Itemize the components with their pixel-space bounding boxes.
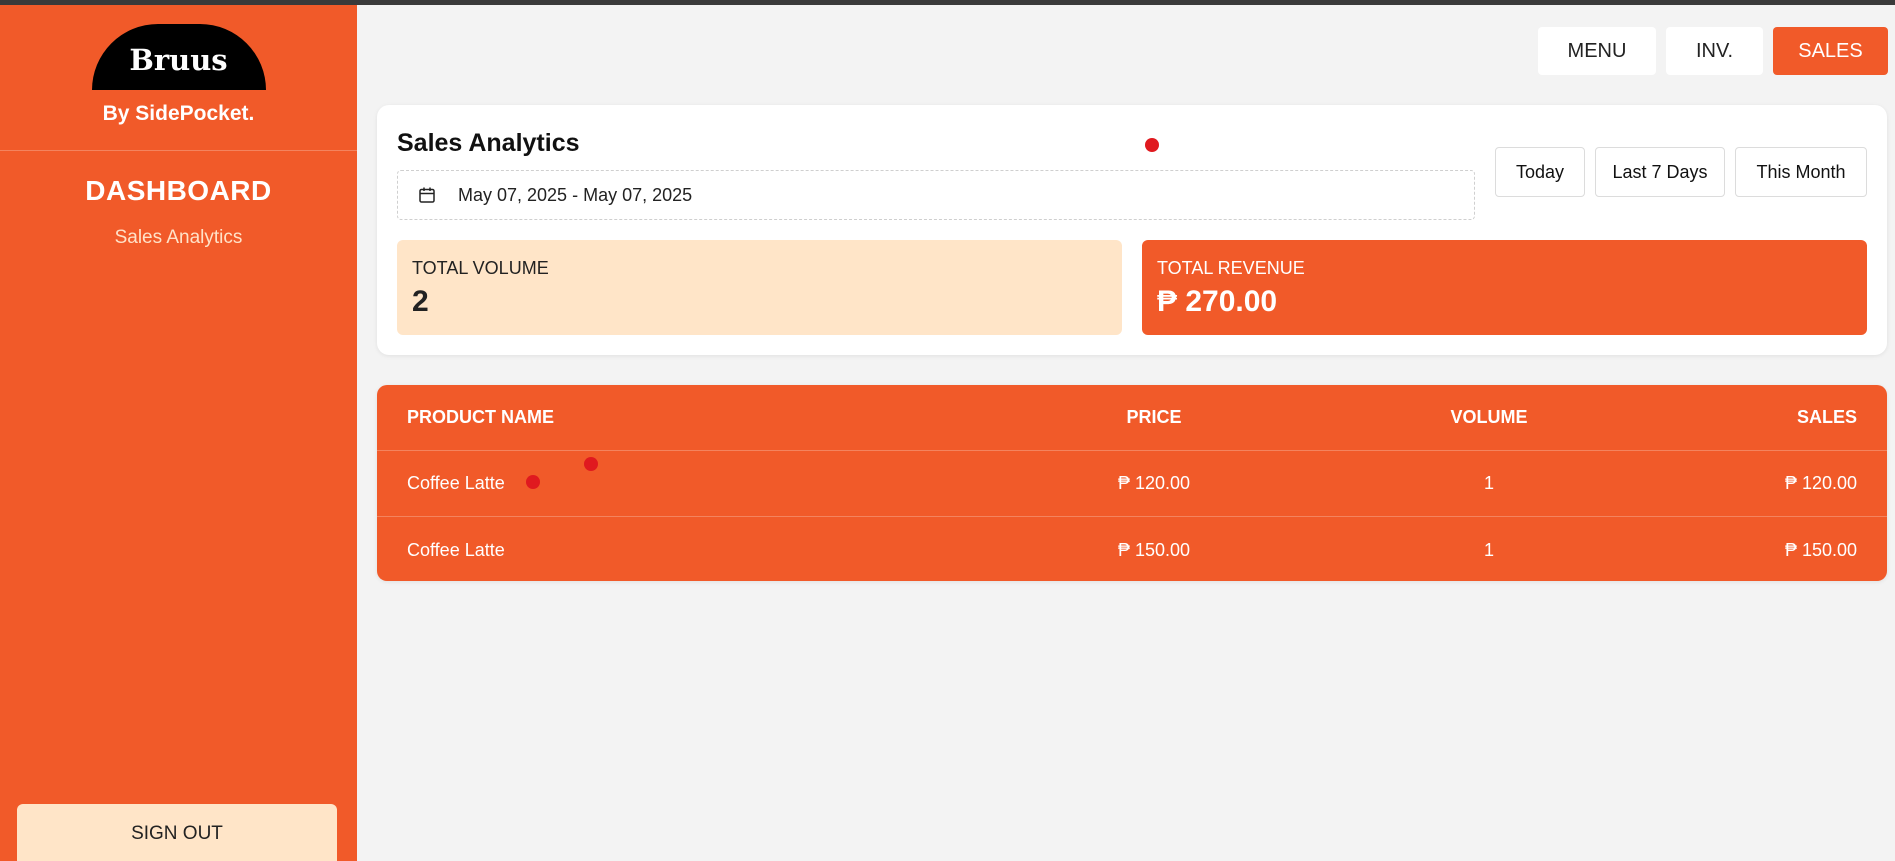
cell-volume: 1: [1483, 473, 1494, 493]
date-range-text: May 07, 2025 - May 07, 2025: [458, 184, 693, 205]
header-product-name: PRODUCT NAME: [407, 407, 554, 427]
sidebar-item-sales-analytics[interactable]: Sales Analytics: [0, 227, 357, 249]
this-month-button[interactable]: This Month: [1735, 147, 1867, 197]
sidebar-section-title: DASHBOARD: [85, 175, 272, 206]
today-button[interactable]: Today: [1495, 147, 1585, 197]
brand: Bruus By SidePocket.: [0, 0, 357, 151]
cell-product-name: Coffee Latte: [407, 539, 505, 560]
cell-volume: 1: [1483, 539, 1494, 560]
cell-sales: ₱ 120.00: [1784, 473, 1857, 493]
cell-price: ₱ 120.00: [1117, 473, 1191, 493]
total-revenue-card: TOTAL REVENUE ₱ 270.00: [1142, 240, 1867, 335]
sales-analytics-card: Sales Analytics May 07, 2025 - May 07, 2…: [377, 105, 1887, 355]
cell-sales: ₱ 150.00: [1784, 539, 1857, 560]
header-volume: VOLUME: [1450, 407, 1528, 427]
last-7-days-button[interactable]: Last 7 Days: [1595, 147, 1725, 197]
total-volume-value: 2: [412, 285, 429, 318]
marker-dot: [584, 457, 598, 471]
table-row[interactable]: Coffee Latte ₱ 120.00 1 ₱ 120.00: [377, 451, 1887, 517]
sign-out-button[interactable]: SIGN OUT: [17, 804, 337, 861]
calendar-icon: [418, 186, 436, 204]
total-revenue-label: TOTAL REVENUE: [1157, 258, 1305, 278]
header-sales: SALES: [1796, 407, 1857, 427]
sales-table: PRODUCT NAME PRICE VOLUME SALES Coffee L…: [377, 385, 1887, 581]
brand-subtitle: By SidePocket.: [102, 102, 255, 125]
nav-inventory-button[interactable]: INV.: [1666, 27, 1763, 75]
page-title: Sales Analytics: [397, 129, 580, 157]
marker-dot: [1145, 138, 1159, 152]
total-revenue-value: ₱ 270.00: [1157, 285, 1278, 318]
date-range-picker[interactable]: May 07, 2025 - May 07, 2025: [397, 170, 1475, 220]
nav-sales-button[interactable]: SALES: [1773, 27, 1888, 75]
nav-menu-button[interactable]: MENU: [1538, 27, 1656, 75]
table-row[interactable]: Coffee Latte ₱ 150.00 1 ₱ 150.00: [377, 517, 1887, 581]
marker-dot: [526, 475, 540, 489]
cell-product-name: Coffee Latte: [407, 473, 505, 493]
total-volume-label: TOTAL VOLUME: [412, 258, 549, 278]
total-volume-card: TOTAL VOLUME 2: [397, 240, 1122, 335]
brand-logo[interactable]: Bruus: [91, 24, 266, 90]
table-header-row: PRODUCT NAME PRICE VOLUME SALES: [377, 385, 1887, 451]
top-nav: MENU INV. SALES: [1538, 27, 1888, 75]
window-top-border: [0, 0, 1895, 5]
header-price: PRICE: [1126, 407, 1182, 427]
range-buttons: Today Last 7 Days This Month: [1495, 147, 1867, 197]
cell-price: ₱ 150.00: [1117, 539, 1191, 560]
sidebar: Bruus By SidePocket. DASHBOARD Sales Ana…: [0, 0, 357, 861]
